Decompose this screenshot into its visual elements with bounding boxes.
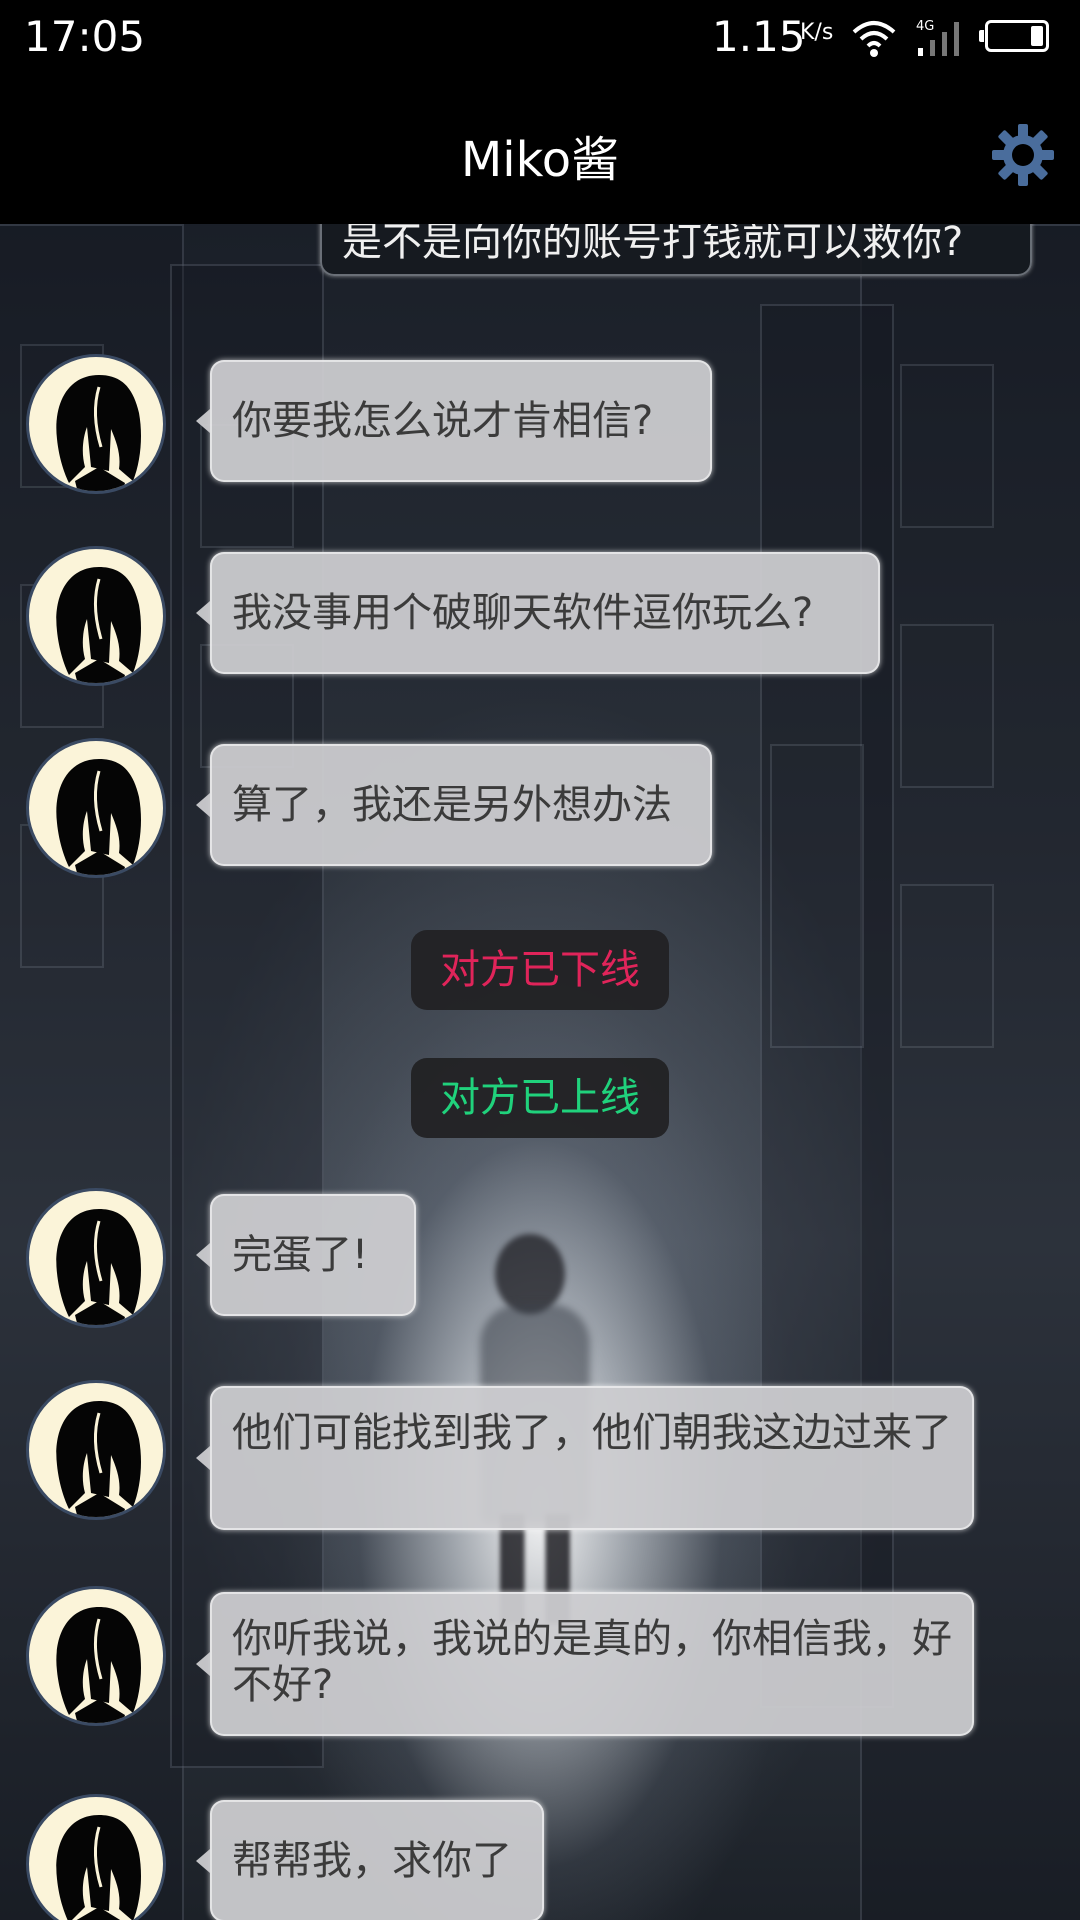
girl-silhouette-icon bbox=[56, 375, 142, 491]
girl-silhouette-icon bbox=[56, 1209, 142, 1325]
signal-label: 4G bbox=[916, 19, 934, 34]
girl-silhouette-icon bbox=[56, 1401, 142, 1517]
gear-icon[interactable] bbox=[990, 122, 1056, 188]
avatar[interactable] bbox=[26, 1188, 166, 1328]
chat-list[interactable]: 是不是向你的账号打钱就可以救你? 你要我怎么说才肯相信? 我没事用个破聊天软件逗… bbox=[0, 224, 1080, 1920]
received-message[interactable]: 他们可能找到我了，他们朝我这边过来了 bbox=[196, 1386, 974, 1530]
girl-silhouette-icon bbox=[56, 1607, 142, 1723]
message-text: 你要我怎么说才肯相信? bbox=[232, 398, 654, 444]
network-speed-unit: K/s bbox=[800, 20, 834, 45]
message-text: 帮帮我，求你了 bbox=[232, 1838, 512, 1884]
wifi-icon bbox=[852, 21, 896, 57]
message-text: 算了，我还是另外想办法 bbox=[232, 782, 672, 828]
battery-icon bbox=[979, 20, 1049, 52]
message-text: 你听我说，我说的是真的，你相信我，好不好? bbox=[232, 1616, 952, 1708]
signal-icon: 4G bbox=[916, 19, 959, 56]
girl-silhouette-icon bbox=[56, 567, 142, 683]
received-message[interactable]: 算了，我还是另外想办法 bbox=[196, 744, 712, 866]
avatar[interactable] bbox=[26, 1794, 166, 1920]
received-message[interactable]: 你要我怎么说才肯相信? bbox=[196, 360, 712, 482]
received-message[interactable]: 你听我说，我说的是真的，你相信我，好不好? bbox=[196, 1592, 974, 1736]
girl-silhouette-icon bbox=[56, 1815, 141, 1920]
avatar[interactable] bbox=[26, 546, 166, 686]
message-text: 我没事用个破聊天软件逗你玩么? bbox=[232, 590, 814, 636]
network-speed: 1.15 bbox=[712, 12, 806, 61]
status-online-notice: 对方已上线 bbox=[411, 1058, 669, 1138]
received-message[interactable]: 完蛋了! bbox=[196, 1194, 416, 1316]
avatar[interactable] bbox=[26, 738, 166, 878]
girl-silhouette-icon bbox=[56, 759, 142, 875]
sent-message[interactable]: 是不是向你的账号打钱就可以救你? bbox=[320, 224, 1032, 276]
page-title: Miko酱 bbox=[460, 132, 620, 188]
status-offline-notice: 对方已下线 bbox=[411, 930, 669, 1010]
status-time: 17:05 bbox=[24, 12, 146, 61]
message-text: 他们可能找到我了，他们朝我这边过来了 bbox=[232, 1410, 952, 1456]
avatar[interactable] bbox=[26, 1586, 166, 1726]
status-bar: 17:05 1.15 K/s 4G bbox=[0, 0, 1080, 76]
received-message[interactable]: 我没事用个破聊天软件逗你玩么? bbox=[196, 552, 880, 674]
message-text: 是不是向你的账号打钱就可以救你? bbox=[342, 224, 964, 265]
received-message[interactable]: 帮帮我，求你了 bbox=[196, 1800, 544, 1920]
system-text: 对方已上线 bbox=[440, 1075, 640, 1121]
message-text: 完蛋了! bbox=[232, 1232, 369, 1278]
app-header: Miko酱 bbox=[0, 76, 1080, 224]
avatar[interactable] bbox=[26, 1380, 166, 1520]
system-text: 对方已下线 bbox=[440, 947, 640, 993]
avatar[interactable] bbox=[26, 354, 166, 494]
